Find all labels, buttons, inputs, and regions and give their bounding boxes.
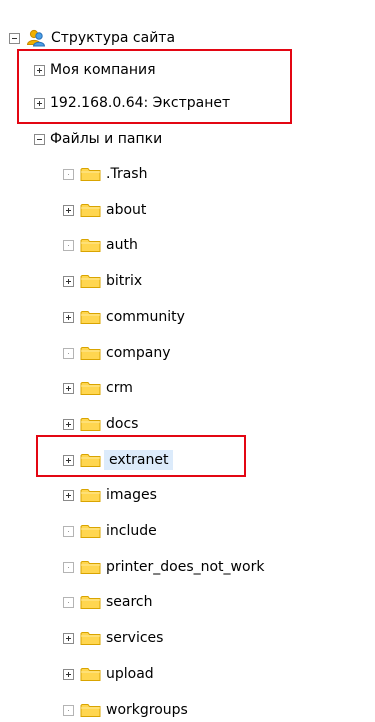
tree-section-files[interactable]: Файлы и папки xyxy=(34,127,162,151)
folder-label: search xyxy=(106,594,153,610)
folder-icon xyxy=(80,202,101,218)
folder-icon xyxy=(80,237,101,253)
highlight-box-extranet xyxy=(36,435,246,477)
folder-label: .Trash xyxy=(106,166,148,182)
no-children-icon xyxy=(63,239,74,251)
expand-icon[interactable] xyxy=(63,311,74,323)
section-label: Файлы и папки xyxy=(50,131,163,147)
folder-label: images xyxy=(106,487,157,503)
folder-label: bitrix xyxy=(106,273,143,289)
collapse-icon[interactable] xyxy=(9,32,20,44)
tree-root-row[interactable]: Структура сайта xyxy=(9,26,175,50)
folder-row[interactable]: community xyxy=(63,305,185,329)
folder-row[interactable]: images xyxy=(63,483,157,507)
expand-icon[interactable] xyxy=(63,632,74,644)
folder-label: community xyxy=(106,309,185,325)
folder-label: upload xyxy=(106,666,154,682)
folder-row[interactable]: workgroups xyxy=(63,698,188,722)
expand-icon[interactable] xyxy=(63,382,74,394)
folder-row[interactable]: search xyxy=(63,590,153,614)
folder-row[interactable]: crm xyxy=(63,376,133,400)
folder-icon xyxy=(80,273,101,289)
folder-label: company xyxy=(106,345,171,361)
folder-icon xyxy=(80,594,101,610)
folder-icon xyxy=(80,416,101,432)
folder-row[interactable]: company xyxy=(63,341,171,365)
site-users-icon xyxy=(26,29,46,47)
folder-icon xyxy=(80,702,101,718)
folder-label: printer_does_not_work xyxy=(106,559,265,575)
expand-icon[interactable] xyxy=(63,204,74,216)
site-structure-tree: Структура сайта Моя компания 192.168.0.6… xyxy=(0,0,375,720)
folder-row[interactable]: include xyxy=(63,519,157,543)
folder-label: include xyxy=(106,523,157,539)
folder-row[interactable]: upload xyxy=(63,662,154,686)
expand-icon[interactable] xyxy=(63,275,74,287)
folder-label: about xyxy=(106,202,147,218)
folder-row[interactable]: printer_does_not_work xyxy=(63,555,264,579)
folder-icon xyxy=(80,630,101,646)
folder-icon xyxy=(80,487,101,503)
folder-label: auth xyxy=(106,237,138,253)
folder-row[interactable]: about xyxy=(63,198,146,222)
no-children-icon xyxy=(63,561,74,573)
folder-row[interactable]: bitrix xyxy=(63,269,142,293)
folder-icon xyxy=(80,345,101,361)
folder-icon xyxy=(80,666,101,682)
folder-label: workgroups xyxy=(106,702,188,718)
no-children-icon xyxy=(63,168,74,180)
highlight-box-sections xyxy=(17,49,292,124)
no-children-icon xyxy=(63,525,74,537)
folder-icon xyxy=(80,523,101,539)
no-children-icon xyxy=(63,704,74,716)
expand-icon[interactable] xyxy=(63,489,74,501)
folder-row[interactable]: auth xyxy=(63,233,138,257)
folder-row[interactable]: services xyxy=(63,626,163,650)
folder-icon xyxy=(80,559,101,575)
folder-row[interactable]: docs xyxy=(63,412,138,436)
folder-icon xyxy=(80,380,101,396)
folder-icon xyxy=(80,309,101,325)
folder-label: crm xyxy=(106,380,133,396)
expand-icon[interactable] xyxy=(63,668,74,680)
tree-root-label: Структура сайта xyxy=(51,30,176,46)
folder-icon xyxy=(80,166,101,182)
no-children-icon xyxy=(63,596,74,608)
collapse-icon[interactable] xyxy=(34,133,45,145)
folder-label: docs xyxy=(106,416,139,432)
folder-row[interactable]: .Trash xyxy=(63,162,147,186)
folder-label: services xyxy=(106,630,164,646)
expand-icon[interactable] xyxy=(63,418,74,430)
no-children-icon xyxy=(63,347,74,359)
